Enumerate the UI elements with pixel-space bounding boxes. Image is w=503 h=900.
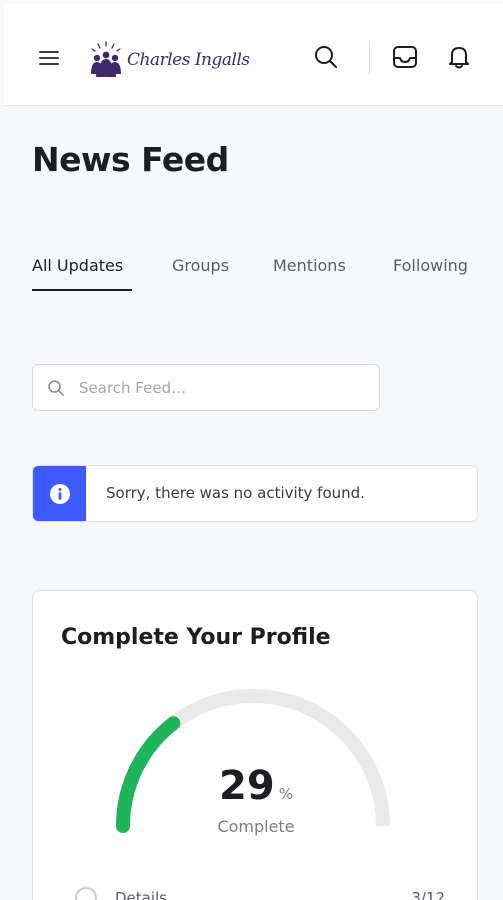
active-tab-indicator — [32, 289, 132, 291]
section-count: 3/12 — [411, 889, 445, 900]
tab-groups[interactable]: Groups — [172, 255, 229, 291]
top-header: Charles Ingalls — [4, 4, 503, 106]
profile-section-row[interactable]: Details 3/12 — [75, 887, 445, 900]
section-status-radio — [75, 887, 97, 900]
tab-mentions[interactable]: Mentions — [273, 255, 346, 291]
bell-icon[interactable] — [444, 42, 474, 72]
page-title: News Feed — [32, 140, 229, 179]
menu-icon[interactable] — [37, 48, 61, 68]
search-feed-input[interactable] — [79, 373, 369, 403]
info-icon — [49, 483, 70, 504]
feed-tabs: All Updates Groups Mentions Following — [32, 255, 503, 295]
site-logo[interactable]: Charles Ingalls — [87, 40, 250, 80]
app-frame: Charles Ingalls News Feed All Updates Gr… — [0, 0, 503, 900]
inbox-icon[interactable] — [390, 42, 420, 72]
search-feed-box[interactable] — [32, 364, 380, 411]
tab-all-updates[interactable]: All Updates — [32, 255, 123, 291]
search-feed-icon — [48, 380, 64, 396]
people-group-icon — [91, 41, 121, 77]
complete-profile-card: Complete Your Profile 29% Complete Detai… — [32, 590, 478, 900]
site-name: Charles Ingalls — [127, 50, 250, 70]
card-title: Complete Your Profile — [61, 625, 331, 650]
no-activity-notice: Sorry, there was no activity found. — [32, 465, 478, 522]
search-icon[interactable] — [311, 42, 341, 72]
header-divider — [369, 42, 370, 74]
percent-sign: % — [278, 785, 293, 803]
tab-following[interactable]: Following — [393, 255, 468, 291]
notice-text: Sorry, there was no activity found. — [106, 484, 365, 502]
notice-accent — [33, 466, 86, 521]
profile-progress-gauge — [116, 689, 390, 833]
section-label: Details — [115, 889, 168, 900]
percent-value: 29 — [219, 763, 275, 809]
percent-label: Complete — [217, 817, 295, 836]
percent-display: 29% — [33, 763, 479, 809]
